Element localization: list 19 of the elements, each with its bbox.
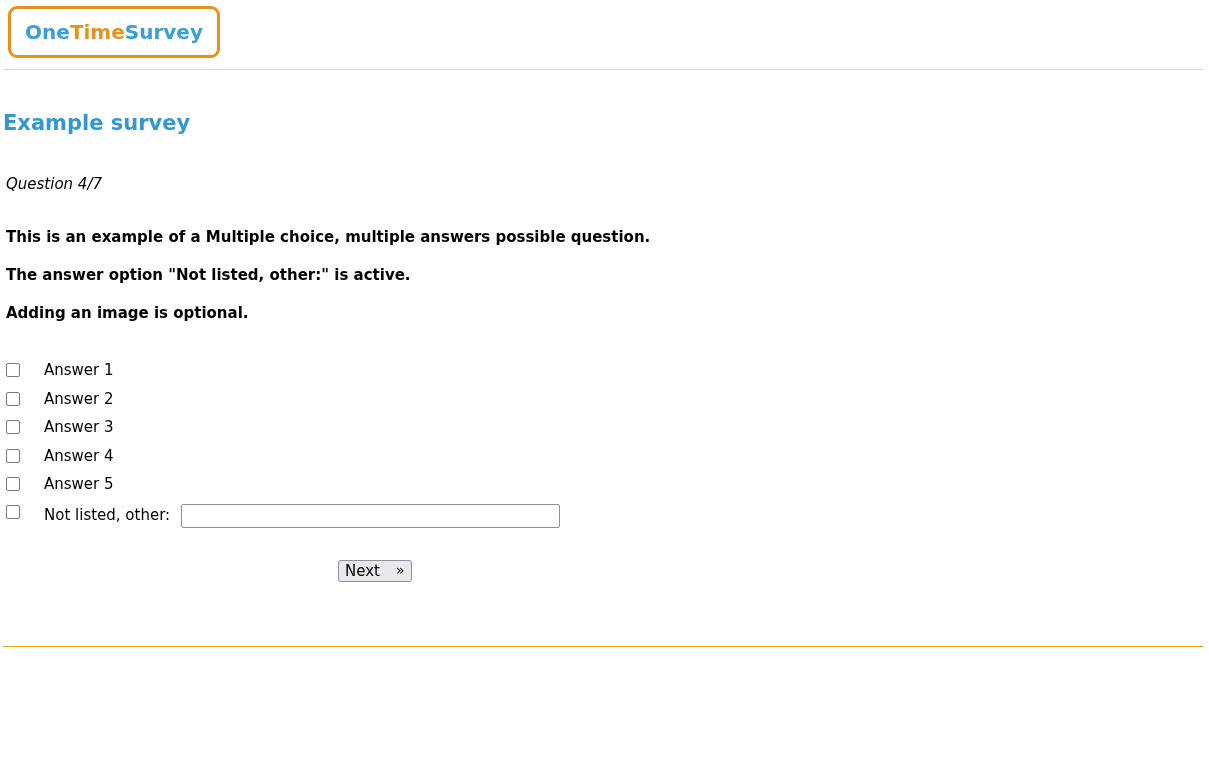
checkbox[interactable] xyxy=(6,477,20,492)
checkbox[interactable] xyxy=(6,391,20,406)
next-button[interactable]: Next » xyxy=(338,559,412,582)
survey-title: Example survey xyxy=(3,110,192,136)
answer-label[interactable]: Answer 1 xyxy=(44,361,114,380)
question-text: This is an example of a Multiple choice, multiple answers possible question. xyxy=(6,227,652,247)
checkbox[interactable] xyxy=(6,504,20,519)
logo: OneTimeSurvey xyxy=(8,5,220,58)
checkbox[interactable] xyxy=(6,448,20,463)
checkbox[interactable] xyxy=(6,420,20,435)
answer-label[interactable]: Answer 4 xyxy=(44,446,114,465)
other-input-field[interactable] xyxy=(181,503,561,528)
answer-label[interactable]: Answer 3 xyxy=(44,418,114,437)
checkbox[interactable] xyxy=(6,363,20,378)
answer-label[interactable]: Not listed, other: xyxy=(44,505,171,524)
question-text: The answer option "Not listed, other:" is active. xyxy=(6,265,412,285)
answer-label[interactable]: Answer 5 xyxy=(44,475,114,494)
question-text: Adding an image is optional. xyxy=(6,303,250,323)
answer-label[interactable]: Answer 2 xyxy=(44,389,114,408)
